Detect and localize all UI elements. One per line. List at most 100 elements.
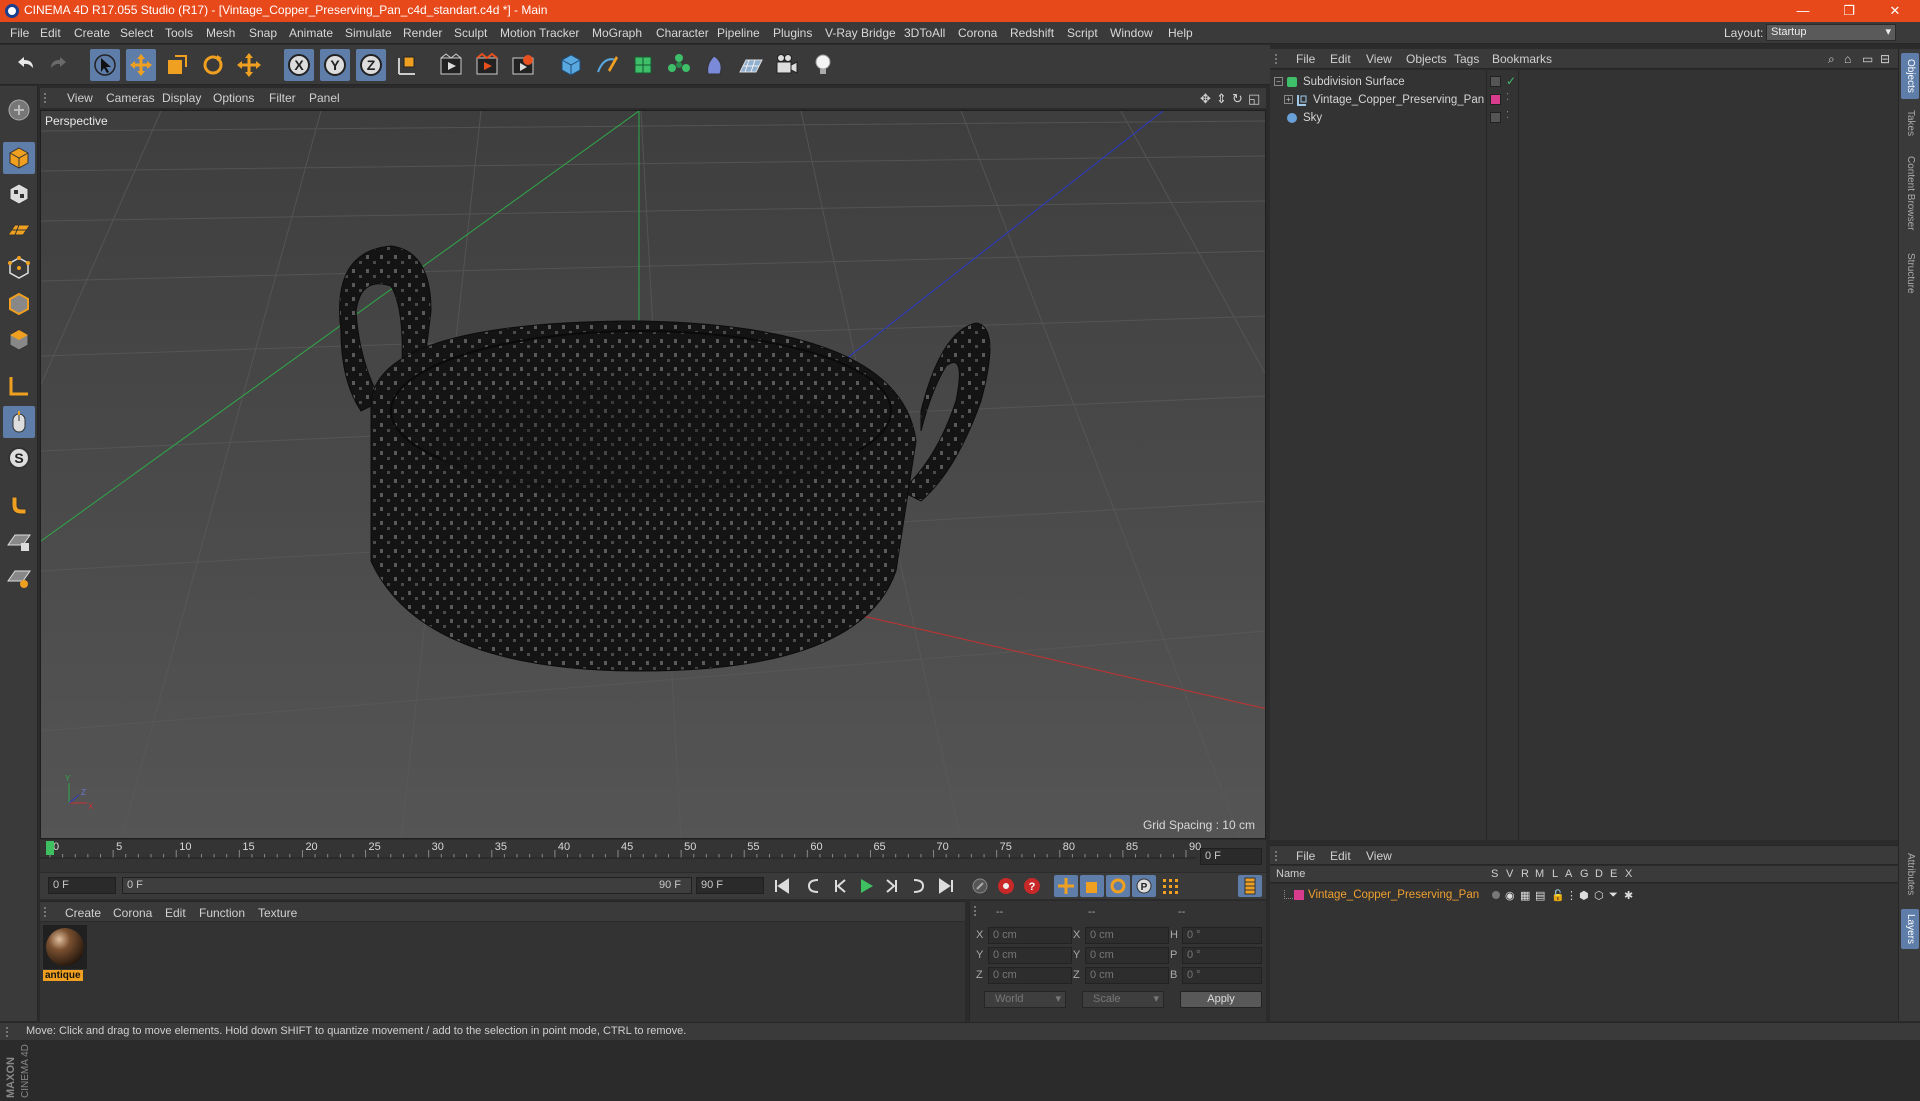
- viewport-menu-view[interactable]: View: [67, 91, 93, 105]
- planar-workplane-button[interactable]: [3, 562, 35, 594]
- layout-select[interactable]: Startup ▾: [1766, 24, 1896, 41]
- expression-icon[interactable]: ⏷: [1609, 889, 1618, 902]
- coord-system-button[interactable]: [392, 49, 422, 81]
- size-x-field[interactable]: 0 cm: [1085, 927, 1169, 944]
- snap-button[interactable]: [3, 488, 35, 520]
- layer-col-xref[interactable]: X: [1625, 868, 1632, 880]
- layer-col-locked[interactable]: L: [1552, 868, 1558, 880]
- panel-collapse-icon[interactable]: ⊟: [1880, 52, 1890, 66]
- playhead-marker[interactable]: [46, 841, 54, 855]
- minimize-button[interactable]: —: [1780, 0, 1826, 22]
- tab-objects[interactable]: Objects: [1901, 53, 1919, 99]
- y-axis-button[interactable]: Y: [320, 49, 350, 81]
- object-row-subdivision[interactable]: − Subdivision Surface ✓: [1270, 74, 1898, 92]
- goto-end-button[interactable]: [934, 875, 958, 897]
- layer-menu-edit[interactable]: Edit: [1330, 849, 1351, 863]
- z-axis-button[interactable]: Z: [356, 49, 386, 81]
- x-axis-button[interactable]: X: [284, 49, 314, 81]
- viewport-maximize-icon[interactable]: ◱: [1248, 91, 1260, 107]
- render-settings-button[interactable]: [508, 49, 538, 81]
- visibility-dots-icon[interactable]: ⁚: [1506, 92, 1509, 103]
- play-button[interactable]: [854, 875, 878, 897]
- layer-menu-file[interactable]: File: [1296, 849, 1315, 863]
- viewport-rotate-icon[interactable]: ↻: [1232, 91, 1243, 107]
- close-button[interactable]: ✕: [1872, 0, 1918, 22]
- add-spline-button[interactable]: [592, 49, 622, 81]
- prev-key-button[interactable]: [802, 875, 826, 897]
- visibility-toggle-icon[interactable]: [1490, 112, 1501, 123]
- viewport-menu-filter[interactable]: Filter: [269, 91, 296, 105]
- material-menu-create[interactable]: Create: [65, 906, 101, 920]
- material-menu-edit[interactable]: Edit: [165, 906, 186, 920]
- tab-content-browser[interactable]: Content Browser: [1901, 145, 1919, 241]
- search-icon[interactable]: ⌕: [1828, 52, 1835, 67]
- edges-mode-button[interactable]: [3, 288, 35, 320]
- collapse-toggle-icon[interactable]: −: [1274, 77, 1283, 86]
- object-row-pan[interactable]: + Vintage_Copper_Preserving_Pan ⁚: [1270, 92, 1898, 110]
- pos-y-field[interactable]: 0 cm: [988, 947, 1072, 964]
- undo-button[interactable]: [10, 49, 40, 81]
- key-rotation-button[interactable]: [1106, 875, 1130, 897]
- workplane-lock-button[interactable]: [3, 526, 35, 558]
- layer-row[interactable]: Vintage_Copper_Preserving_Pan ◉ ▦ ▤ 🔓 ⋮ …: [1270, 887, 1898, 905]
- layer-color-tag-icon[interactable]: [1490, 94, 1501, 105]
- render-view-button[interactable]: [436, 49, 466, 81]
- layer-color-swatch[interactable]: [1294, 890, 1304, 900]
- material-swatch-antique[interactable]: antique: [43, 925, 87, 983]
- menu-mograph[interactable]: MoGraph: [592, 26, 642, 40]
- eye-icon[interactable]: ◉: [1505, 889, 1515, 902]
- rot-p-field[interactable]: 0 °: [1182, 947, 1262, 964]
- key-pla-button[interactable]: [1158, 875, 1182, 897]
- menu-sculpt[interactable]: Sculpt: [454, 26, 487, 40]
- menu-simulate[interactable]: Simulate: [345, 26, 392, 40]
- viewport-menu-cameras[interactable]: Cameras: [106, 91, 155, 105]
- add-subdivision-button[interactable]: [628, 49, 658, 81]
- deformer-icon[interactable]: ⬡: [1594, 889, 1604, 902]
- layer-col-deformers[interactable]: D: [1595, 868, 1603, 880]
- animation-icon[interactable]: ⋮: [1566, 889, 1577, 902]
- move-tool-button[interactable]: [126, 49, 156, 81]
- next-key-button[interactable]: [906, 875, 930, 897]
- coordinate-space-dropdown[interactable]: World ▾: [984, 991, 1066, 1008]
- menu-select[interactable]: Select: [120, 26, 153, 40]
- generator-icon[interactable]: ⬢: [1579, 889, 1589, 902]
- layer-col-animation[interactable]: A: [1565, 868, 1572, 880]
- add-cube-button[interactable]: [556, 49, 586, 81]
- autokey-button[interactable]: [994, 875, 1018, 897]
- timeline-ruler[interactable]: 0 5 10 15 20 25 30 35 40 45 50 55 60 65 70 75 80 85 90 0 F: [40, 840, 1266, 872]
- pos-z-field[interactable]: 0 cm: [988, 967, 1072, 984]
- add-light-button[interactable]: [808, 49, 838, 81]
- prev-frame-button[interactable]: [828, 875, 852, 897]
- visibility-dots-icon[interactable]: ⁚: [1506, 110, 1509, 121]
- key-parameter-button[interactable]: P: [1132, 875, 1156, 897]
- object-menu-bookmarks[interactable]: Bookmarks: [1492, 52, 1552, 66]
- select-tool-button[interactable]: [90, 49, 120, 81]
- start-frame-field[interactable]: 0 F: [48, 877, 116, 894]
- lock-icon[interactable]: 🔓: [1551, 889, 1565, 902]
- add-mograph-button[interactable]: [664, 49, 694, 81]
- object-menu-edit[interactable]: Edit: [1330, 52, 1351, 66]
- viewport-menu-options[interactable]: Options: [213, 91, 254, 105]
- key-position-button[interactable]: [1054, 875, 1078, 897]
- pos-x-field[interactable]: 0 cm: [988, 927, 1072, 944]
- tweak-mode-button[interactable]: [3, 406, 35, 438]
- enabled-check-icon[interactable]: ✓: [1506, 74, 1516, 88]
- frame-range-slider[interactable]: 0 F 90 F: [122, 877, 692, 894]
- viewport-menu-panel[interactable]: Panel: [309, 91, 340, 105]
- layer-col-solo[interactable]: S: [1491, 868, 1498, 880]
- manager-icon[interactable]: ▤: [1535, 889, 1545, 902]
- scale-tool-button[interactable]: [162, 49, 192, 81]
- current-frame-field[interactable]: 0 F: [1200, 848, 1262, 865]
- redo-button[interactable]: [44, 49, 74, 81]
- key-scale-button[interactable]: [1080, 875, 1104, 897]
- model-mode-button[interactable]: [3, 142, 35, 174]
- add-camera-button[interactable]: [772, 49, 802, 81]
- viewport-zoom-icon[interactable]: ⇕: [1216, 91, 1227, 107]
- menu-help[interactable]: Help: [1168, 26, 1193, 40]
- layer-col-name[interactable]: Name: [1276, 868, 1305, 880]
- size-z-field[interactable]: 0 cm: [1085, 967, 1169, 984]
- size-y-field[interactable]: 0 cm: [1085, 947, 1169, 964]
- object-menu-view[interactable]: View: [1366, 52, 1392, 66]
- menu-edit[interactable]: Edit: [40, 26, 61, 40]
- material-menu-function[interactable]: Function: [199, 906, 245, 920]
